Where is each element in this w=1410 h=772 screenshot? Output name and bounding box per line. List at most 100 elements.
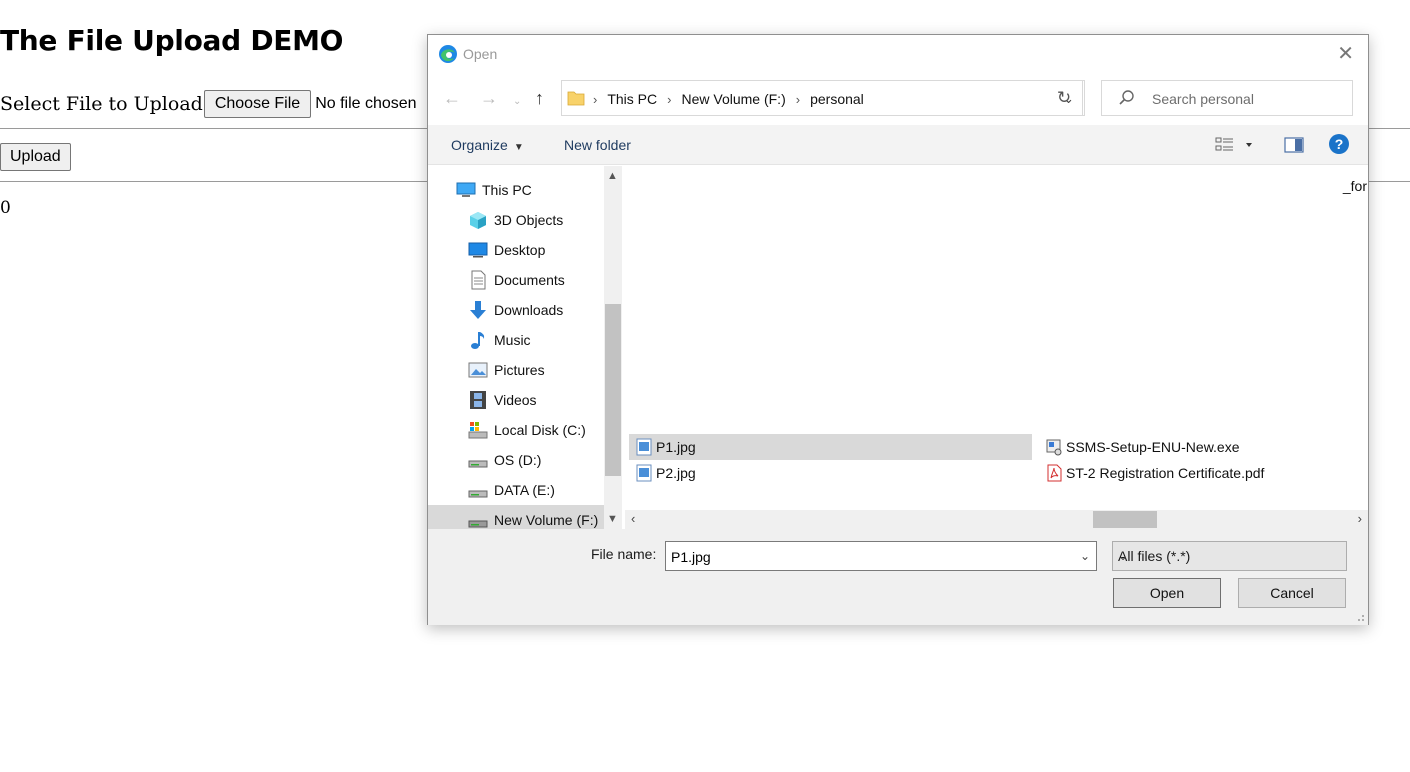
cancel-button[interactable]: Cancel <box>1238 578 1346 608</box>
nav-item-label: Documents <box>494 272 565 288</box>
scrollbar-thumb[interactable] <box>1093 511 1157 528</box>
address-bar[interactable]: › This PC › New Volume (F:) › personal ⌄ <box>561 80 1083 116</box>
videos-icon <box>470 391 486 409</box>
file-name: P1.jpg <box>656 439 696 455</box>
nav-item-this-pc[interactable]: This PC <box>428 175 604 205</box>
scroll-up-icon[interactable]: ▲ <box>607 170 618 182</box>
nav-item-label: Local Disk (C:) <box>494 422 586 438</box>
computer-icon <box>456 182 476 197</box>
nav-item-local-disk-c[interactable]: Local Disk (C:) <box>428 415 604 445</box>
upload-button[interactable]: Upload <box>0 143 71 171</box>
installer-icon <box>1046 439 1062 456</box>
nav-item-data-e[interactable]: DATA (E:) <box>428 475 604 505</box>
nav-pane-scrollbar[interactable]: ▲ ▼ <box>604 166 622 529</box>
nav-item-label: 3D Objects <box>494 212 564 228</box>
chevron-right-icon[interactable]: › <box>796 92 800 107</box>
dialog-titlebar[interactable]: Open ✕ <box>428 35 1368 73</box>
pdf-icon <box>1047 464 1062 482</box>
breadcrumb: › This PC › New Volume (F:) › personal <box>593 91 864 107</box>
refresh-icon[interactable]: ↻ <box>1044 80 1085 116</box>
breadcrumb-this-pc[interactable]: This PC <box>607 91 657 107</box>
resize-grip-icon[interactable] <box>1355 612 1365 622</box>
organize-label: Organize <box>451 137 508 153</box>
nav-item-music[interactable]: Music <box>428 325 604 355</box>
search-box[interactable] <box>1101 80 1353 116</box>
nav-item-desktop[interactable]: Desktop <box>428 235 604 265</box>
nav-item-label: Pictures <box>494 362 545 378</box>
upload-count: 0 <box>0 198 11 218</box>
drive-icon <box>468 422 488 439</box>
open-button[interactable]: Open <box>1113 578 1221 608</box>
file-name-combobox[interactable]: ⌄ <box>665 541 1097 571</box>
nav-item-os-d[interactable]: OS (D:) <box>428 445 604 475</box>
nav-item-3d-objects[interactable]: 3D Objects <box>428 205 604 235</box>
drive-icon <box>468 460 488 468</box>
file-item-p2[interactable]: P2.jpg <box>629 460 1032 486</box>
image-file-icon <box>636 464 652 482</box>
music-icon <box>471 332 485 349</box>
file-name: ST-2 Registration Certificate.pdf <box>1066 465 1265 481</box>
navigation-row: ← → ⌄ ↑ › This PC › New Volume (F:) › pe… <box>428 79 1368 117</box>
cube-icon <box>470 212 486 229</box>
search-icon <box>1119 90 1134 105</box>
up-arrow-icon[interactable]: ↑ <box>535 88 544 108</box>
breadcrumb-new-volume[interactable]: New Volume (F:) <box>681 91 785 107</box>
recent-locations-chevron-icon[interactable]: ⌄ <box>513 92 521 112</box>
file-item-ssms-setup[interactable]: SSMS-Setup-ENU-New.exe <box>1039 434 1339 460</box>
nav-item-videos[interactable]: Videos <box>428 385 604 415</box>
file-name-input[interactable] <box>669 548 1059 566</box>
nav-item-label: Videos <box>494 392 537 408</box>
organize-menu[interactable]: Organize ▼ <box>451 137 524 153</box>
chevron-right-icon[interactable]: › <box>667 92 671 107</box>
folder-icon <box>567 91 585 106</box>
chevron-right-icon: › <box>593 91 598 107</box>
nav-item-label: OS (D:) <box>494 452 542 468</box>
nav-item-label: This PC <box>482 182 532 198</box>
preview-pane-icon[interactable] <box>1284 137 1304 153</box>
file-type-select[interactable]: All files (*.*) ⌄ <box>1112 541 1347 571</box>
choose-file-button[interactable]: Choose File <box>203 90 312 118</box>
dialog-footer: File name: ⌄ All files (*.*) ⌄ Open Canc… <box>428 529 1368 625</box>
open-file-dialog: Open ✕ ← → ⌄ ↑ › This PC › New Volume (F… <box>427 34 1369 625</box>
file-list: _for P1.jpg P2.jpg SSMS-Setup-ENU-New.ex… <box>625 166 1368 511</box>
download-icon <box>470 301 486 319</box>
scroll-down-icon[interactable]: ▼ <box>607 513 618 525</box>
nav-item-downloads[interactable]: Downloads <box>428 295 604 325</box>
scroll-right-icon[interactable]: › <box>1358 511 1362 526</box>
change-view-icon[interactable] <box>1215 136 1255 154</box>
chevron-down-icon[interactable]: ⌄ <box>1080 549 1090 563</box>
image-file-icon <box>636 438 652 456</box>
nav-item-label: Music <box>494 332 531 348</box>
nav-item-label: New Volume (F:) <box>494 512 599 528</box>
breadcrumb-personal[interactable]: personal <box>810 91 864 107</box>
file-item-p1[interactable]: P1.jpg <box>629 434 1032 460</box>
truncated-file-label: _for <box>1342 178 1367 194</box>
file-name: SSMS-Setup-ENU-New.exe <box>1066 439 1240 455</box>
edge-browser-icon <box>439 45 457 63</box>
no-file-chosen-text: No file chosen <box>315 95 417 112</box>
scroll-left-icon[interactable]: ‹ <box>631 511 635 526</box>
select-file-label: Select File to Upload <box>0 93 203 115</box>
file-select-row: Select File to Upload Choose File No fil… <box>0 90 417 118</box>
search-input[interactable] <box>1150 90 1340 108</box>
scrollbar-thumb[interactable] <box>605 304 621 476</box>
nav-item-pictures[interactable]: Pictures <box>428 355 604 385</box>
file-list-horizontal-scrollbar[interactable]: ‹ › <box>625 510 1368 529</box>
close-icon[interactable]: ✕ <box>1337 44 1354 64</box>
nav-item-documents[interactable]: Documents <box>428 265 604 295</box>
caret-down-icon: ▼ <box>513 142 524 153</box>
document-icon <box>471 270 486 290</box>
back-arrow-icon[interactable]: ← <box>443 88 461 108</box>
drive-icon <box>468 520 488 528</box>
nav-item-label: DATA (E:) <box>494 482 555 498</box>
pictures-icon <box>468 362 488 378</box>
dialog-title: Open <box>463 46 498 62</box>
file-item-st2-certificate[interactable]: ST-2 Registration Certificate.pdf <box>1039 460 1339 486</box>
command-toolbar: Organize ▼ New folder ? <box>428 125 1368 165</box>
help-icon[interactable]: ? <box>1329 134 1349 154</box>
forward-arrow-icon[interactable]: → <box>480 88 498 108</box>
new-folder-button[interactable]: New folder <box>564 137 631 153</box>
page-title: The File Upload DEMO <box>0 24 344 57</box>
file-name: P2.jpg <box>656 465 696 481</box>
nav-item-new-volume-f[interactable]: New Volume (F:) <box>428 505 604 529</box>
